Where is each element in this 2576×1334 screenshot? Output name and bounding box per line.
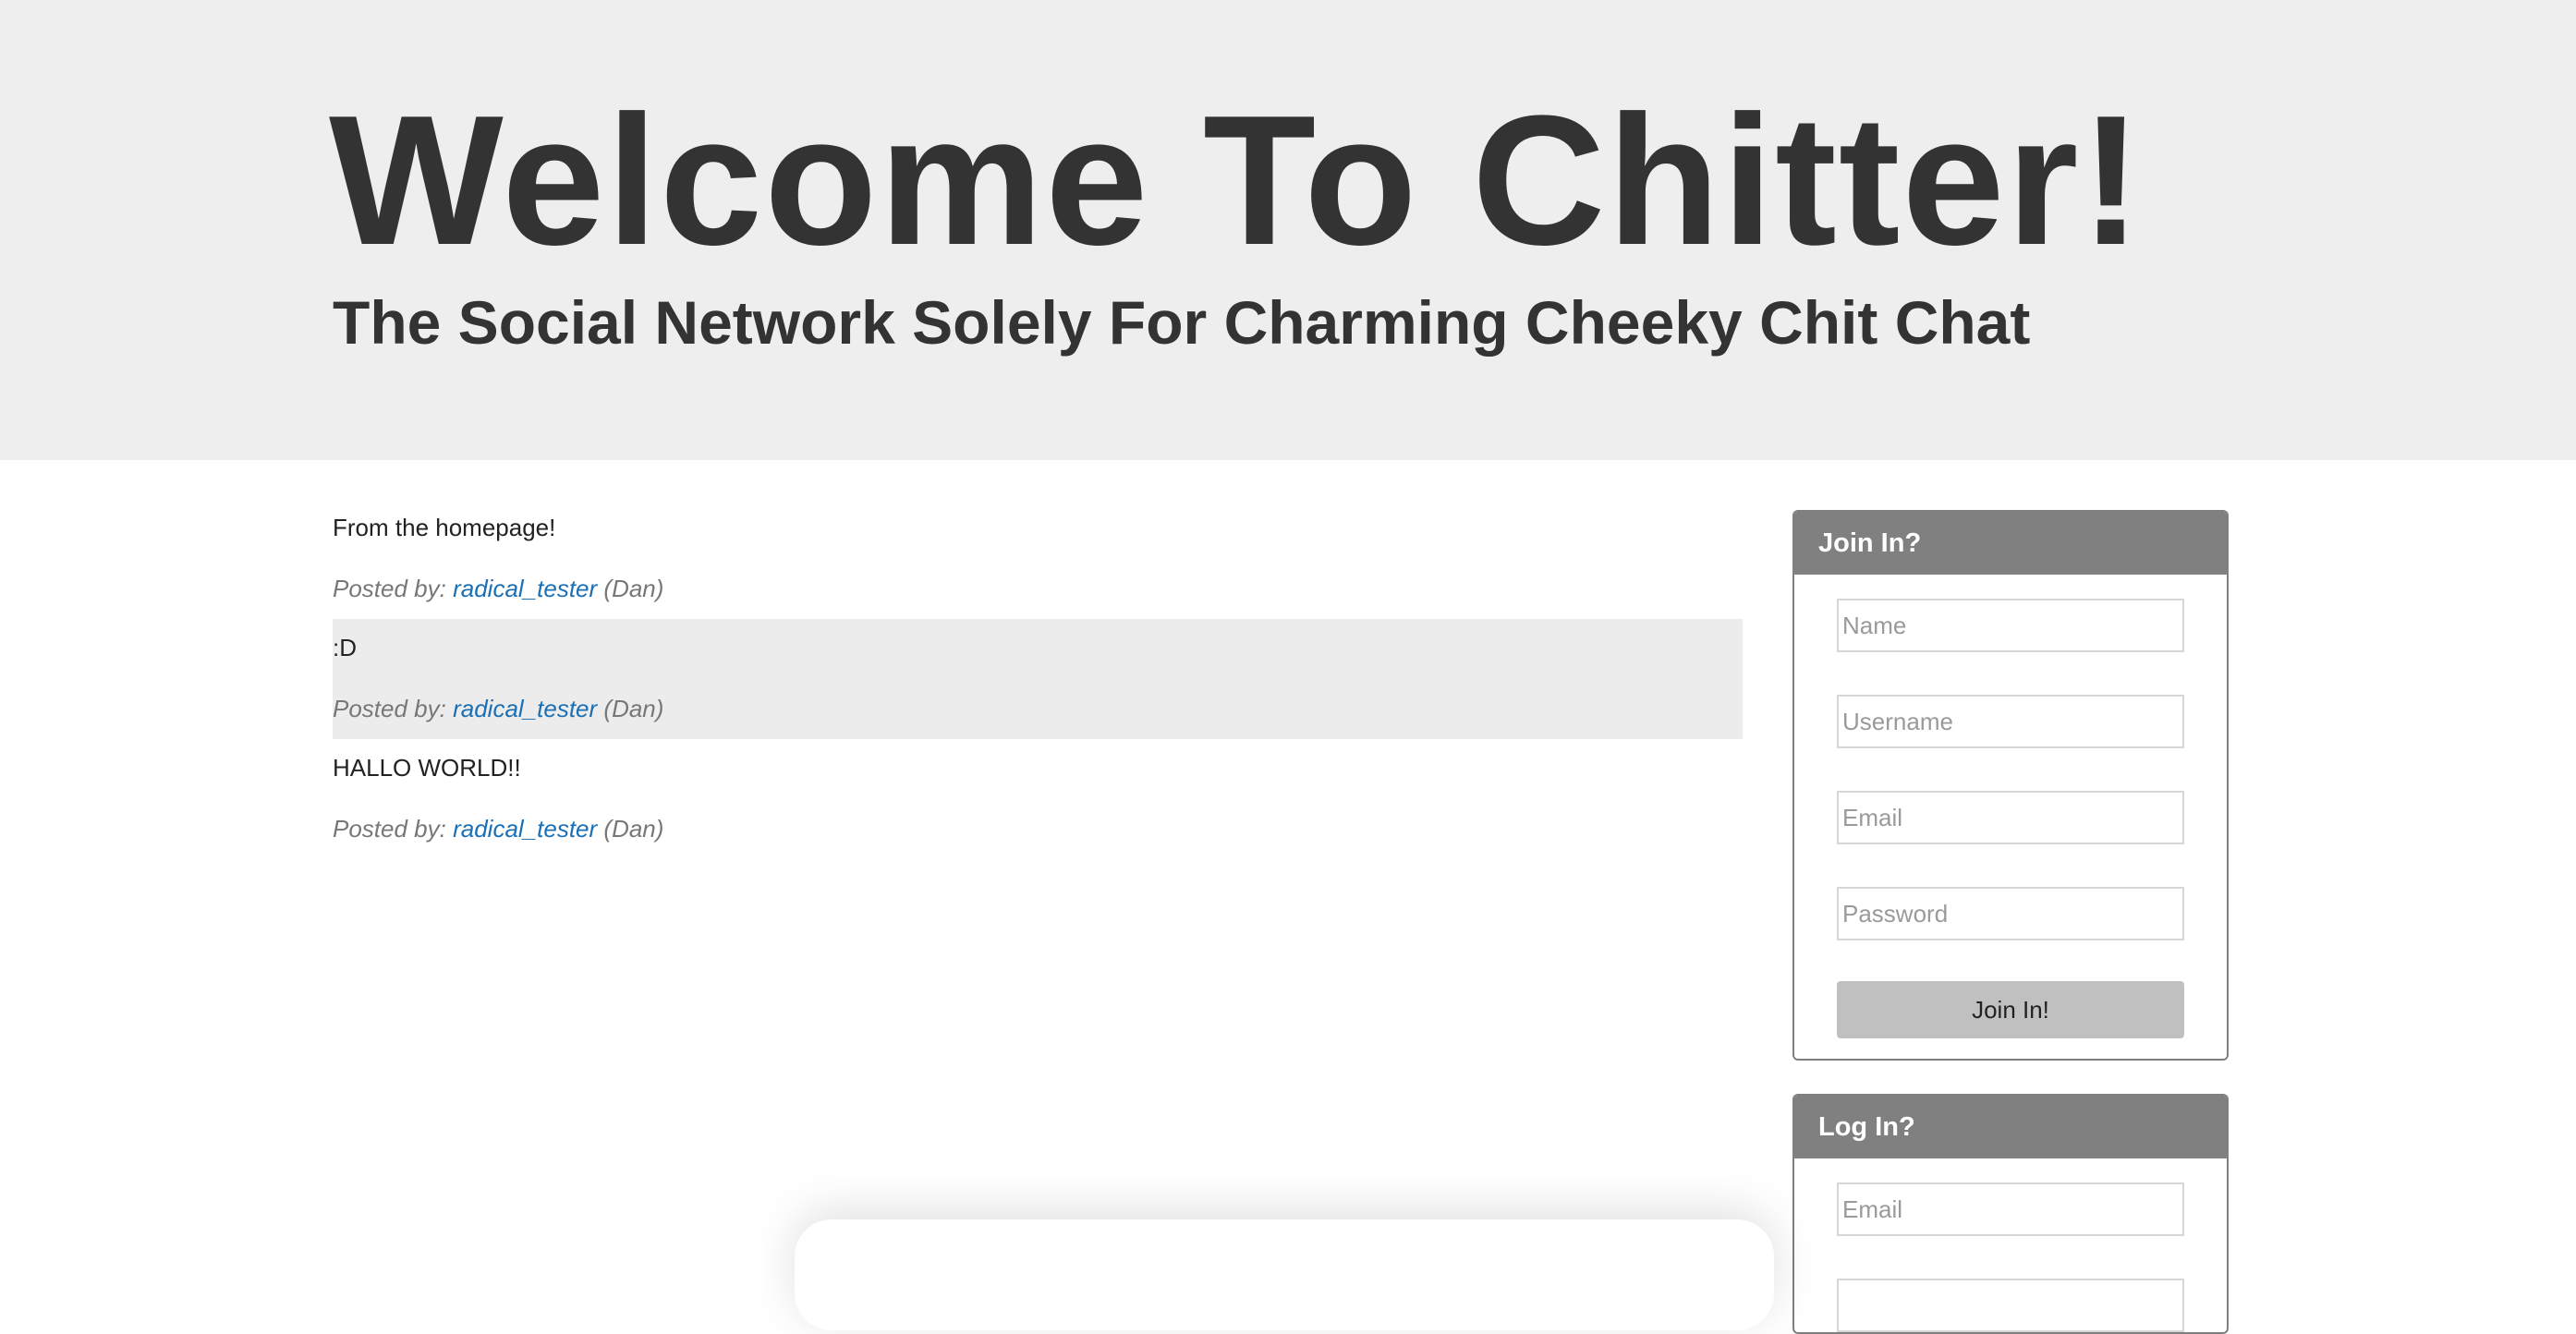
password-field[interactable] — [1837, 887, 2184, 940]
hero-banner: Welcome To Chitter! The Social Network S… — [0, 0, 2576, 460]
author-username-link[interactable]: radical_tester — [453, 815, 597, 843]
join-panel: Join In? Join In! — [1792, 510, 2229, 1061]
author-username-link[interactable]: radical_tester — [453, 575, 597, 602]
name-field[interactable] — [1837, 599, 2184, 652]
peep-list: From the homepage! Posted by: radical_te… — [333, 499, 1743, 859]
list-item: From the homepage! Posted by: radical_te… — [333, 499, 1743, 619]
post-text: :D — [333, 634, 357, 661]
login-email-field[interactable] — [1837, 1182, 2184, 1236]
list-item: HALLO WORLD!! Posted by: radical_tester … — [333, 739, 1743, 859]
posted-by-label: Posted by: — [333, 815, 446, 843]
posted-by-label: Posted by: — [333, 695, 446, 722]
page-title: Welcome To Chitter! — [329, 78, 2145, 284]
login-panel: Log In? — [1792, 1094, 2229, 1334]
post-meta: Posted by: radical_tester (Dan) — [333, 573, 1743, 604]
email-field[interactable] — [1837, 791, 2184, 844]
list-item: :D Posted by: radical_tester (Dan) — [333, 619, 1743, 739]
post-text: From the homepage! — [333, 514, 556, 541]
login-panel-title: Log In? — [1794, 1096, 2227, 1158]
author-name: (Dan) — [603, 815, 664, 843]
login-password-field[interactable] — [1837, 1279, 2184, 1332]
join-panel-title: Join In? — [1794, 512, 2227, 575]
author-name: (Dan) — [603, 695, 664, 722]
bottom-overlay-shadow — [795, 1219, 1774, 1330]
author-username-link[interactable]: radical_tester — [453, 695, 597, 722]
post-meta: Posted by: radical_tester (Dan) — [333, 693, 1743, 724]
join-button[interactable]: Join In! — [1837, 981, 2184, 1038]
page-subtitle: The Social Network Solely For Charming C… — [333, 288, 2031, 357]
username-field[interactable] — [1837, 695, 2184, 748]
post-text: HALLO WORLD!! — [333, 754, 521, 782]
author-name: (Dan) — [603, 575, 664, 602]
posted-by-label: Posted by: — [333, 575, 446, 602]
post-meta: Posted by: radical_tester (Dan) — [333, 813, 1743, 844]
